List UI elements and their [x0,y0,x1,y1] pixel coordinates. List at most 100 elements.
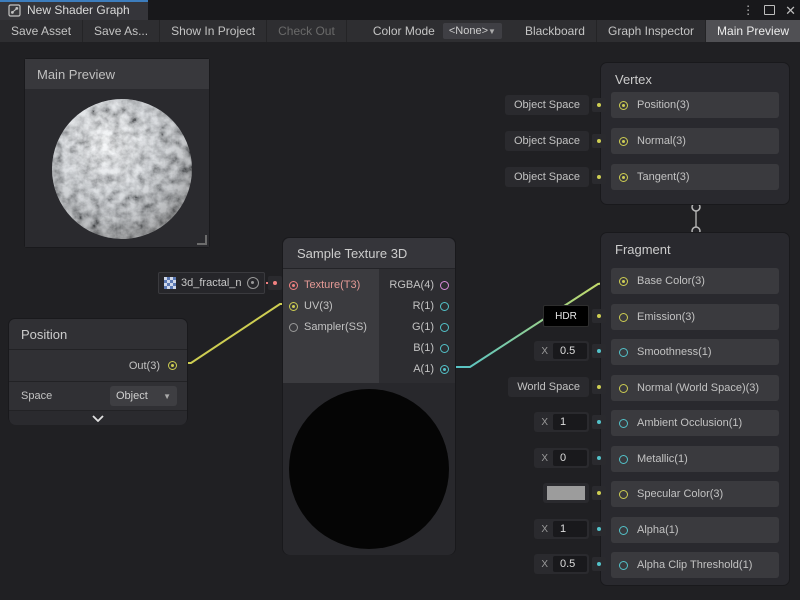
chevron-down-icon [92,415,104,422]
alpha-value-field[interactable]: X 1 [534,519,606,539]
specular-color-port[interactable] [619,490,628,499]
tab-bar: New Shader Graph ⋮ ✕ [0,0,800,20]
alpha-port[interactable] [619,526,628,535]
position-out-row: Out(3) [9,350,187,382]
preview-sphere [25,89,209,247]
main-preview-panel[interactable]: Main Preview [24,58,210,248]
smoothness-value-field[interactable]: X 0.5 [534,341,606,361]
color-mode-dropdown[interactable]: <None> ▼ [443,23,502,39]
close-icon[interactable]: ✕ [785,4,796,17]
out-port[interactable] [168,361,177,370]
main-preview-header[interactable]: Main Preview [25,59,209,89]
uv-input-port[interactable] [289,302,298,311]
emission-hdr-field[interactable]: HDR [543,306,606,326]
port-row-metallic: Metallic(1) [611,446,779,472]
port-row-alpha: Alpha(1) [611,517,779,543]
a-output-port[interactable] [440,365,449,374]
sample-texture-3d-node[interactable]: Sample Texture 3D Texture(T3) UV(3) Samp… [282,237,456,555]
chevron-down-icon: ▼ [163,392,171,401]
port-row-specular-color: Specular Color(3) [611,481,779,507]
port-row-position: Position(3) [611,92,779,118]
b-output-port[interactable] [440,344,449,353]
sample-node-outputs: RGBA(4) R(1) G(1) B(1) A(1) [379,269,455,383]
output-row-b: B(1) [379,338,455,358]
texture-input-port[interactable] [289,281,298,290]
window-controls: ⋮ ✕ [742,0,796,20]
maximize-icon[interactable] [764,5,775,15]
ambient-occlusion-port[interactable] [619,419,628,428]
sample-node-inputs: Texture(T3) UV(3) Sampler(SS) [283,269,379,383]
main-preview-toggle-button[interactable]: Main Preview [706,20,800,42]
g-output-port[interactable] [440,323,449,332]
position-port[interactable] [619,101,628,110]
color-mode-label: Color Mode [347,20,443,42]
port-row-normal: Normal(3) [611,128,779,154]
document-tab[interactable]: New Shader Graph [0,0,148,20]
port-row-alpha-clip: Alpha Clip Threshold(1) [611,552,779,578]
fragment-node[interactable]: Fragment Base Color(3) Emission(3) Smoot… [600,232,790,586]
r-output-port[interactable] [440,302,449,311]
normal-space-badge[interactable]: Object Space [505,131,606,151]
texture-asset-widget: 3d_fractal_n [158,272,282,294]
port-row-emission: Emission(3) [611,304,779,330]
hdr-color-swatch[interactable]: HDR [543,305,589,327]
input-row-texture: Texture(T3) [283,275,379,295]
object-picker-icon[interactable] [247,277,259,289]
output-row-rgba: RGBA(4) [379,275,455,295]
space-dropdown[interactable]: Object ▼ [110,386,177,406]
main-preview-title: Main Preview [37,67,115,82]
save-as-button[interactable]: Save As... [83,20,160,42]
fragment-node-title: Fragment [601,233,789,257]
texture-thumbnail-icon [164,277,176,289]
vertex-node-title: Vertex [601,63,789,87]
node-preview-sphere [289,389,449,549]
wire-position-to-uv [178,304,288,363]
specular-color-field[interactable] [543,483,606,503]
texture-asset-field[interactable]: 3d_fractal_n [158,272,265,294]
position-space-badge[interactable]: Object Space [505,95,606,115]
save-asset-button[interactable]: Save Asset [0,20,83,42]
position-node[interactable]: Position Out(3) Space Object ▼ [8,318,188,424]
graph-inspector-toggle-button[interactable]: Graph Inspector [597,20,706,42]
tangent-port[interactable] [619,173,628,182]
sampler-input-port[interactable] [289,323,298,332]
input-row-sampler: Sampler(SS) [283,317,379,337]
port-row-normal-ws: Normal (World Space)(3) [611,375,779,401]
blackboard-toggle-button[interactable]: Blackboard [514,20,597,42]
alpha-clip-value-field[interactable]: X 0.5 [534,554,606,574]
normal-port[interactable] [619,137,628,146]
metallic-port[interactable] [619,455,628,464]
emission-port[interactable] [619,313,628,322]
position-node-title[interactable]: Position [9,319,187,350]
base-color-port[interactable] [619,277,628,286]
toolbar: Save Asset Save As... Show In Project Ch… [0,20,800,42]
shader-graph-window: New Shader Graph ⋮ ✕ Save Asset Save As.… [0,0,800,600]
resize-handle[interactable] [197,235,207,245]
smoothness-port[interactable] [619,348,628,357]
tab-title: New Shader Graph [27,3,130,17]
color-mode-value: <None> [449,25,488,37]
ambient-occlusion-value-field[interactable]: X 1 [534,412,606,432]
port-row-tangent: Tangent(3) [611,164,779,190]
sample-node-preview [283,383,455,555]
output-row-a: A(1) [379,359,455,379]
port-row-base-color: Base Color(3) [611,268,779,294]
metallic-value-field[interactable]: X 0 [534,448,606,468]
collapse-preview-toggle[interactable] [9,411,187,425]
vertex-node[interactable]: Vertex Position(3) Normal(3) Tangent(3) [600,62,790,205]
input-row-uv: UV(3) [283,296,379,316]
sample-texture-3d-title[interactable]: Sample Texture 3D [283,238,455,269]
main-preview-viewport [25,89,209,247]
kebab-menu-icon[interactable]: ⋮ [742,4,754,16]
alpha-clip-port[interactable] [619,561,628,570]
normal-space-badge-fragment[interactable]: World Space [508,377,606,397]
output-row-r: R(1) [379,296,455,316]
position-space-row: Space Object ▼ [9,382,187,411]
check-out-button: Check Out [267,20,347,42]
color-swatch[interactable] [547,486,585,500]
show-in-project-button[interactable]: Show In Project [160,20,267,42]
tangent-space-badge[interactable]: Object Space [505,167,606,187]
rgba-output-port[interactable] [440,281,449,290]
shader-graph-asset-icon [8,4,21,17]
normal-ws-port[interactable] [619,384,628,393]
